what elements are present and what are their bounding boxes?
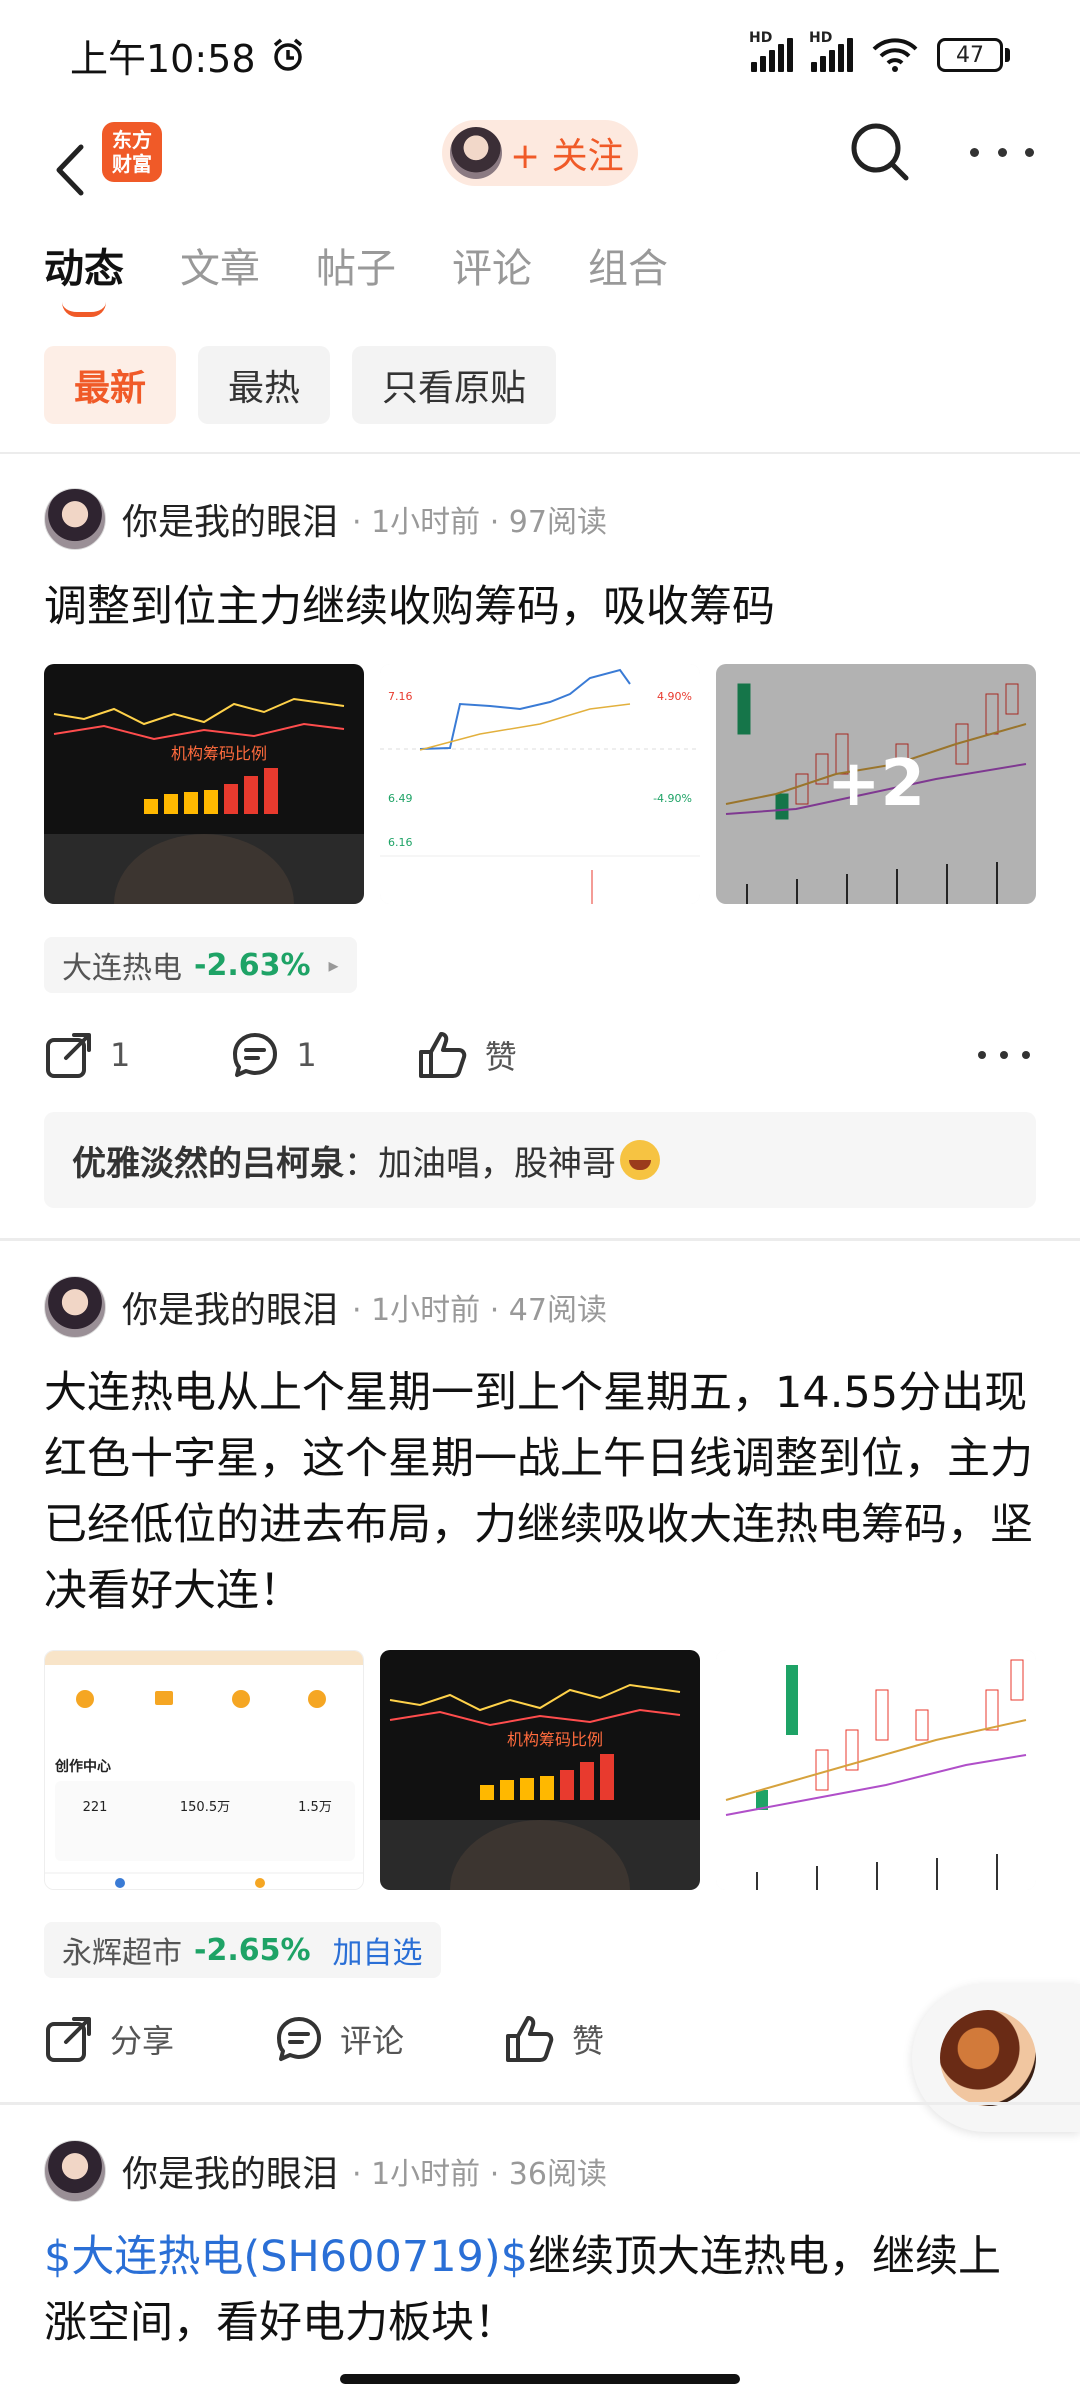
stock-change: -2.65% (194, 1932, 311, 1968)
tab-portfolios[interactable]: 组合 (588, 236, 668, 316)
signal-icon: HD (749, 30, 793, 72)
post-images: 创作中心 221 150.5万 1.5万 机构筹码比例 (44, 1650, 1036, 1890)
divider (0, 452, 1080, 454)
stock-change: -2.63% (194, 947, 311, 983)
filter-original-only[interactable]: 只看原贴 (352, 346, 557, 424)
top-nav: 东方 财富 + 关注 (0, 110, 1080, 230)
author-name[interactable]: 你是我的眼泪 (122, 1281, 338, 1333)
svg-text:1.5万: 1.5万 (298, 1800, 332, 1815)
svg-text:机构筹码比例: 机构筹码比例 (507, 1730, 603, 1749)
user-avatar (450, 127, 502, 179)
share-icon (46, 1033, 91, 1078)
author-avatar[interactable] (44, 2140, 106, 2202)
comment-button[interactable]: 评论 (274, 2014, 404, 2064)
share-button[interactable]: 分享 (44, 2014, 174, 2064)
filter-chips: 最新 最热 只看原贴 (44, 346, 557, 424)
floating-live-avatar[interactable] (912, 1984, 1080, 2132)
post-divider (0, 1238, 1080, 1241)
alarm-icon (273, 38, 302, 71)
follow-label: + 关注 (510, 136, 624, 177)
filter-hottest[interactable]: 最热 (198, 346, 331, 424)
post-image[interactable] (716, 1650, 1036, 1890)
status-time: 上午10:58 (70, 36, 256, 81)
post-actions: 分享 评论 赞 (44, 2004, 1040, 2074)
svg-text:-4.90%: -4.90% (653, 792, 692, 805)
like-button[interactable]: 赞 (417, 1030, 517, 1080)
back-arrow-icon (56, 144, 84, 196)
back-button[interactable] (40, 130, 100, 210)
share-button[interactable]: 1 (44, 1030, 130, 1080)
post-author-row[interactable]: 你是我的眼泪 · 1小时前 · 97阅读 (44, 488, 607, 550)
author-avatar[interactable] (44, 488, 106, 550)
content-tabs: 动态 文章 帖子 评论 组合 (44, 236, 668, 317)
post-time: · 1小时前 · 36阅读 (352, 2157, 607, 2192)
like-button[interactable]: 赞 (504, 2014, 604, 2064)
post-image[interactable]: 机构筹码比例 (44, 664, 364, 904)
svg-text:7.16: 7.16 (388, 690, 413, 703)
svg-text:机构筹码比例: 机构筹码比例 (171, 744, 267, 763)
post-time: · 1小时前 · 47阅读 (352, 1293, 607, 1328)
tab-posts[interactable]: 帖子 (316, 236, 396, 316)
thumbs-up-icon (506, 2016, 554, 2062)
add-watchlist-link[interactable]: 加自选 (333, 1928, 423, 1972)
svg-text:6.49: 6.49 (388, 792, 413, 805)
post-text[interactable]: $大连热电(SH600719)$继续顶大连热电，继续上涨空间，看好电力板块！ (44, 2224, 1040, 2356)
svg-text:创作中心: 创作中心 (54, 1758, 111, 1775)
stock-tag[interactable]: 大连热电 -2.63% ▸ (44, 937, 357, 993)
wifi-icon (872, 38, 918, 72)
author-avatar[interactable] (44, 1276, 106, 1338)
comment-button[interactable]: 1 (230, 1030, 317, 1080)
svg-text:6.16: 6.16 (388, 836, 413, 849)
eastmoney-logo: 东方 财富 (102, 122, 162, 182)
comment-text: 加油唱，股神哥 (378, 1143, 616, 1184)
post-image[interactable]: 机构筹码比例 (380, 1650, 700, 1890)
post-image[interactable]: 创作中心 221 150.5万 1.5万 (44, 1650, 364, 1890)
signal-icon-2: HD (809, 30, 853, 72)
share-icon (46, 2017, 91, 2062)
stock-link[interactable]: $大连热电(SH600719)$ (44, 2232, 528, 2282)
stock-tag[interactable]: 永辉超市 -2.65% 加自选 (44, 1922, 441, 1978)
laughing-emoji-icon (620, 1140, 660, 1180)
post-text[interactable]: 调整到位主力继续收购筹码，吸收筹码 (44, 574, 1040, 640)
follow-button[interactable]: + 关注 (442, 120, 638, 186)
comment-icon (277, 2017, 322, 2061)
more-images-count: +2 (716, 664, 1036, 904)
svg-text:4.90%: 4.90% (657, 690, 692, 703)
post-author-row[interactable]: 你是我的眼泪 · 1小时前 · 47阅读 (44, 1276, 607, 1338)
author-name[interactable]: 你是我的眼泪 (122, 493, 338, 545)
post-more-button[interactable] (978, 1051, 1030, 1059)
author-name[interactable]: 你是我的眼泪 (122, 2145, 338, 2197)
comment-icon (233, 1033, 278, 1077)
post-images: 机构筹码比例 7.16 6.49 6.16 4.90% -4.90% +2 (44, 664, 1036, 904)
live-avatar-image (940, 2010, 1036, 2106)
search-icon (851, 123, 909, 181)
post-divider (0, 2102, 1080, 2105)
commenter-name[interactable]: 优雅淡然的吕柯泉 (72, 1136, 344, 1185)
hot-comment[interactable]: 优雅淡然的吕柯泉： 加油唱，股神哥 (44, 1112, 1036, 1208)
stock-name: 大连热电 (62, 951, 182, 986)
post-image-more[interactable]: +2 (716, 664, 1036, 904)
post-text[interactable]: 大连热电从上个星期一到上个星期五，14.55分出现红色十字星，这个星期一战上午日… (44, 1360, 1040, 1624)
chevron-right-icon: ▸ (328, 953, 339, 977)
post-author-row[interactable]: 你是我的眼泪 · 1小时前 · 36阅读 (44, 2140, 607, 2202)
tab-comments[interactable]: 评论 (452, 236, 532, 316)
post-image[interactable]: 7.16 6.49 6.16 4.90% -4.90% (380, 664, 700, 904)
svg-text:221: 221 (83, 1800, 108, 1815)
tab-dynamics[interactable]: 动态 (44, 236, 124, 317)
battery-icon: 47 (937, 38, 1010, 72)
filter-latest[interactable]: 最新 (44, 346, 177, 424)
svg-text:150.5万: 150.5万 (180, 1800, 230, 1815)
search-button[interactable] (848, 120, 912, 184)
status-bar: 上午10:58 HD HD 47 (0, 0, 1080, 110)
tab-articles[interactable]: 文章 (180, 236, 260, 316)
home-indicator[interactable] (340, 2374, 740, 2384)
post-actions: 1 1 赞 (44, 1020, 1040, 1090)
more-menu-button[interactable] (970, 130, 1034, 174)
thumbs-up-icon (418, 1032, 466, 1078)
stock-name: 永辉超市 (62, 1936, 182, 1971)
post-time: · 1小时前 · 97阅读 (352, 505, 607, 540)
